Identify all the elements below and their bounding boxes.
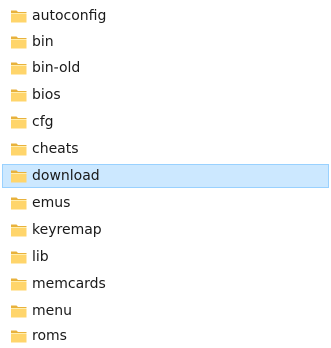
folder-item-label: keyremap: [32, 222, 102, 238]
folder-icon: [11, 10, 27, 23]
folder-icon: [11, 305, 27, 318]
folder-item-lib[interactable]: lib: [2, 245, 329, 269]
folder-icon: [11, 36, 27, 49]
folder-item-cheats[interactable]: cheats: [2, 137, 329, 161]
folder-item-bin-old[interactable]: bin-old: [2, 56, 329, 80]
folder-icon: [11, 116, 27, 129]
folder-item-label: lib: [32, 249, 49, 265]
folder-item-autoconfig[interactable]: autoconfig: [2, 4, 329, 28]
folder-icon: [11, 330, 27, 343]
folder-item-emus[interactable]: emus: [2, 191, 329, 215]
folder-item-bios[interactable]: bios: [2, 83, 329, 107]
folder-item-label: memcards: [32, 276, 106, 292]
folder-item-menu[interactable]: menu: [2, 299, 329, 323]
folder-item-keyremap[interactable]: keyremap: [2, 218, 329, 242]
folder-icon: [11, 89, 27, 102]
folder-icon: [11, 197, 27, 210]
folder-item-cfg[interactable]: cfg: [2, 110, 329, 134]
folder-item-bin[interactable]: bin: [2, 30, 329, 54]
folder-item-label: emus: [32, 195, 71, 211]
folder-item-label: menu: [32, 303, 72, 319]
folder-item-download[interactable]: download: [2, 164, 329, 188]
folder-item-roms[interactable]: roms: [2, 324, 329, 348]
folder-icon: [11, 62, 27, 75]
folder-list: autoconfig bin bin-old bios cfg cheats d…: [0, 0, 331, 348]
folder-item-label: cfg: [32, 114, 54, 130]
folder-item-label: cheats: [32, 141, 79, 157]
folder-item-label: download: [32, 168, 100, 184]
folder-icon: [11, 170, 27, 183]
folder-icon: [11, 278, 27, 291]
folder-item-label: bin-old: [32, 60, 81, 76]
folder-icon: [11, 251, 27, 264]
folder-item-memcards[interactable]: memcards: [2, 272, 329, 296]
folder-icon: [11, 224, 27, 237]
folder-icon: [11, 143, 27, 156]
folder-item-label: bin: [32, 34, 54, 50]
folder-item-label: roms: [32, 328, 67, 344]
folder-item-label: autoconfig: [32, 8, 107, 24]
folder-item-label: bios: [32, 87, 61, 103]
